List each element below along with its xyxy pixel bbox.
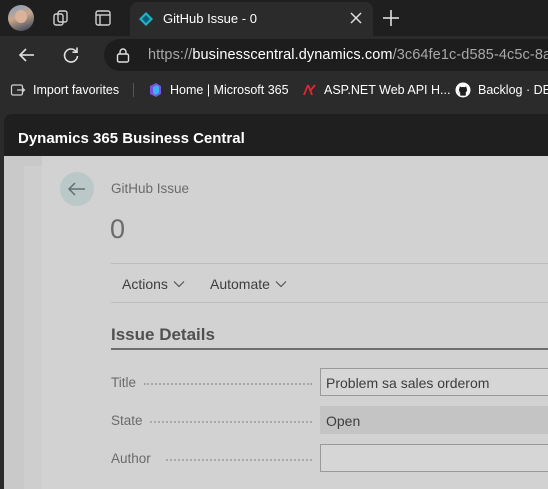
dotnet-icon [303, 84, 316, 95]
title-label: Title [111, 375, 137, 390]
automate-menu[interactable]: Automate [210, 276, 287, 292]
favorite-import[interactable]: Import favorites [10, 81, 119, 99]
app-area: Dynamics 365 Business Central GitHub Iss… [0, 106, 548, 489]
profile-avatar[interactable] [8, 5, 34, 31]
back-icon[interactable] [17, 45, 37, 65]
state-label: State [111, 413, 143, 428]
action-bar-top-divider [111, 263, 548, 264]
record-title: 0 [110, 214, 126, 244]
app-title: Dynamics 365 Business Central [18, 130, 245, 147]
section-underline [111, 348, 548, 350]
url-text[interactable]: https://businesscentral.dynamics.com/3c6… [148, 47, 548, 63]
app-header: Dynamics 365 Business Central [4, 114, 548, 156]
active-tab[interactable]: GitHub Issue - 0 [130, 2, 373, 36]
title-field[interactable]: Problem sa sales orderom [320, 368, 548, 396]
favorite-backlog[interactable]: Backlog · DEx [455, 81, 548, 99]
address-bar[interactable]: https://businesscentral.dynamics.com/3c6… [104, 39, 548, 71]
dynamics-favicon-icon [139, 12, 153, 26]
title-dot-leader [144, 383, 312, 385]
favorites-separator [133, 83, 134, 97]
author-dot-leader [166, 459, 312, 461]
actions-menu[interactable]: Actions [122, 276, 185, 292]
author-field[interactable] [320, 444, 548, 472]
action-bar-bottom-divider [111, 302, 548, 303]
author-label: Author [111, 451, 151, 466]
new-tab-icon[interactable] [381, 8, 401, 28]
refresh-icon[interactable] [61, 45, 81, 65]
import-favorites-icon [10, 84, 26, 96]
tab-title: GitHub Issue - 0 [163, 11, 257, 26]
tab-actions-icon[interactable] [93, 8, 113, 28]
issue-card-page: GitHub Issue 0 Actions Automate Issue De… [42, 156, 548, 489]
browser-toolbar: https://businesscentral.dynamics.com/3c6… [0, 36, 548, 74]
background-page-edge [24, 166, 42, 489]
lock-icon[interactable] [116, 47, 130, 63]
favorite-aspnet[interactable]: ASP.NET Web API H... [301, 81, 450, 99]
browser-tab-strip: GitHub Issue - 0 [0, 0, 548, 36]
github-icon [455, 82, 471, 98]
favorites-bar: Import favorites Home | Microsoft 365 AS… [0, 74, 548, 106]
section-title: Issue Details [111, 325, 215, 344]
state-dot-leader [150, 421, 312, 423]
back-button[interactable] [60, 172, 94, 206]
microsoft-365-icon [150, 83, 161, 97]
chevron-down-icon [173, 281, 185, 288]
chevron-down-icon [275, 281, 287, 288]
close-tab-icon[interactable] [346, 8, 366, 28]
page-caption: GitHub Issue [111, 181, 190, 196]
favorite-microsoft-365[interactable]: Home | Microsoft 365 [147, 81, 289, 99]
workspaces-icon[interactable] [51, 8, 71, 28]
arrow-left-icon [67, 182, 85, 196]
state-field[interactable]: Open [320, 406, 548, 434]
